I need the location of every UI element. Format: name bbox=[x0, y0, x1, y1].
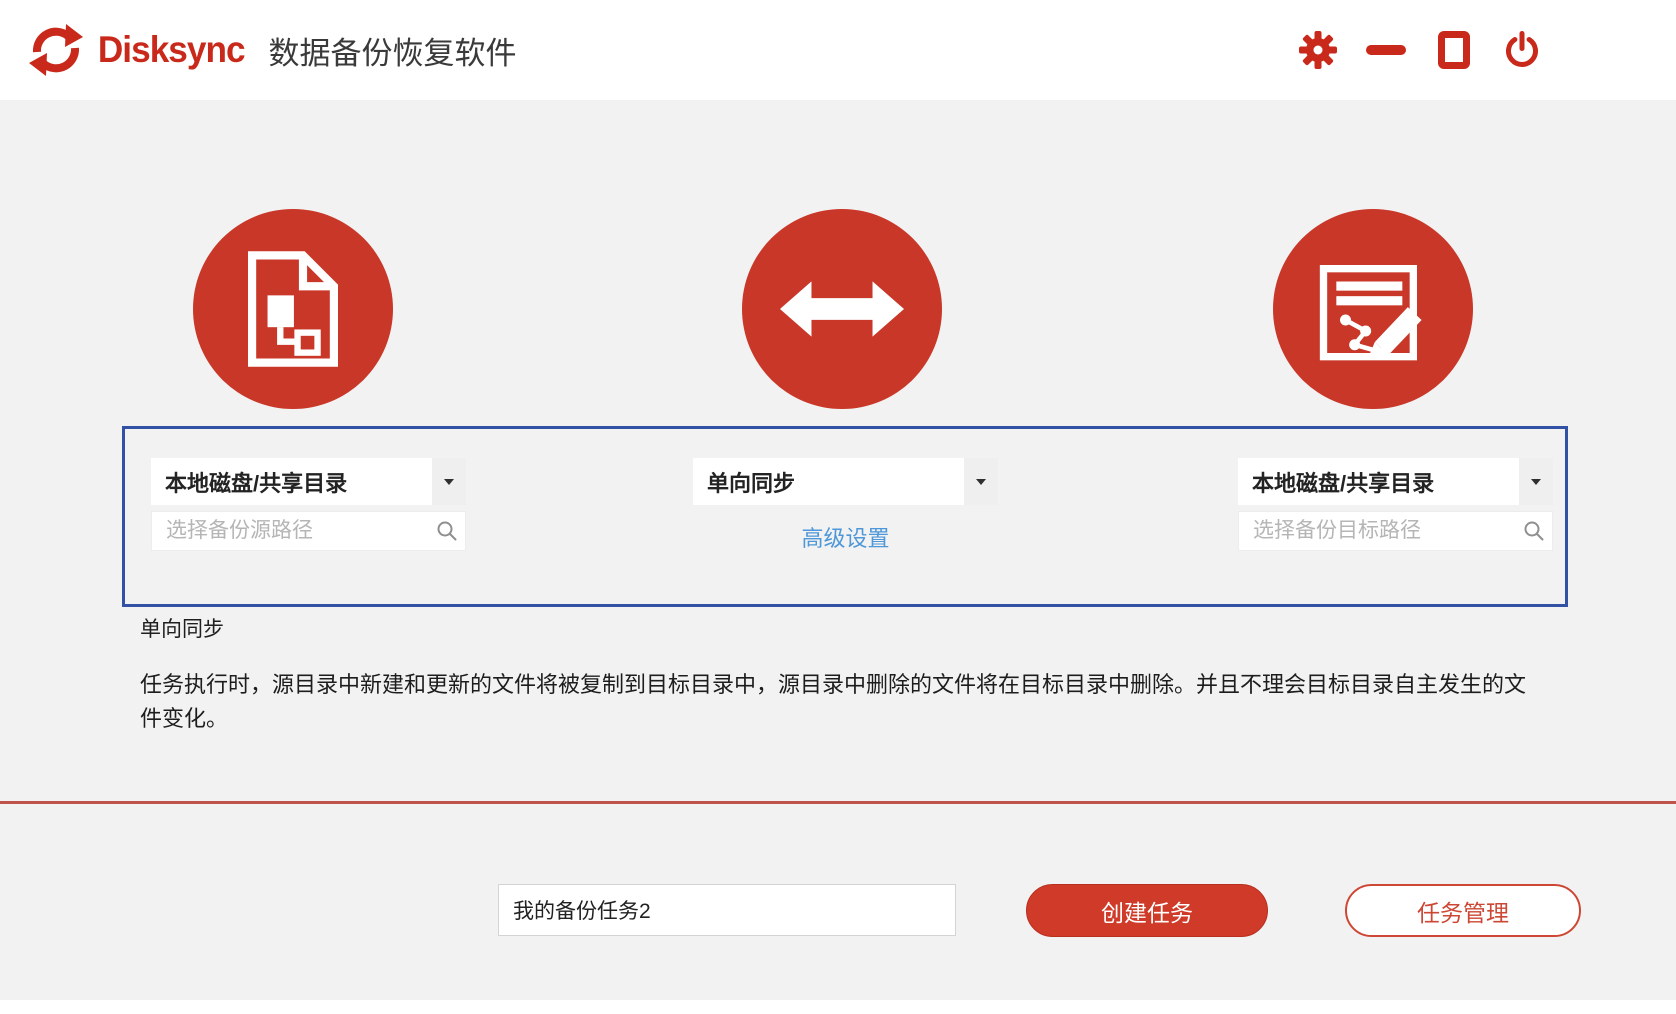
target-path-field bbox=[1238, 511, 1553, 551]
search-icon[interactable] bbox=[1523, 520, 1545, 542]
source-path-input[interactable] bbox=[151, 511, 466, 551]
sync-mode-value: 单向同步 bbox=[707, 470, 796, 496]
source-circle bbox=[193, 209, 393, 409]
square-icon bbox=[1438, 31, 1470, 69]
app-title: 数据备份恢复软件 bbox=[268, 35, 517, 71]
task-name-input[interactable] bbox=[498, 884, 956, 936]
brand-name: Disksync bbox=[97, 29, 246, 70]
source-type-value: 本地磁盘/共享目录 bbox=[165, 470, 348, 496]
chevron-down-icon[interactable] bbox=[432, 458, 466, 505]
sync-logo-icon bbox=[28, 22, 84, 78]
chevron-down-icon[interactable] bbox=[1519, 458, 1553, 505]
target-path-input[interactable] bbox=[1238, 511, 1553, 551]
bottom-strip bbox=[0, 1000, 1676, 1014]
document-tree-icon bbox=[248, 251, 338, 367]
target-circle bbox=[1273, 209, 1473, 409]
manage-tasks-button[interactable]: 任务管理 bbox=[1345, 884, 1581, 937]
double-arrow-icon bbox=[779, 281, 905, 337]
window-controls bbox=[1298, 0, 1542, 100]
sync-mode-circle bbox=[742, 209, 942, 409]
chevron-down-icon[interactable] bbox=[964, 458, 998, 505]
advanced-settings-link[interactable]: 高级设置 bbox=[693, 521, 998, 553]
target-type-value: 本地磁盘/共享目录 bbox=[1252, 470, 1435, 496]
search-icon[interactable] bbox=[436, 520, 458, 542]
source-path-field bbox=[151, 511, 466, 551]
sync-mode-dropdown[interactable]: 单向同步 bbox=[693, 458, 998, 505]
selection-panel: 本地磁盘/共享目录 单向同步 本地磁盘/共享目录 高级设置 bbox=[122, 426, 1568, 607]
settings-gear-icon[interactable] bbox=[1298, 30, 1338, 70]
create-task-button[interactable]: 创建任务 bbox=[1026, 884, 1268, 937]
header-bar: Disksync 数据备份恢复软件 bbox=[0, 0, 1676, 100]
sync-mode-label: 单向同步 bbox=[140, 618, 224, 641]
minus-icon bbox=[1366, 45, 1406, 55]
source-type-dropdown[interactable]: 本地磁盘/共享目录 bbox=[151, 458, 466, 505]
edit-report-icon bbox=[1319, 265, 1422, 361]
target-type-dropdown[interactable]: 本地磁盘/共享目录 bbox=[1238, 458, 1553, 505]
power-button[interactable] bbox=[1502, 30, 1542, 70]
maximize-button[interactable] bbox=[1434, 30, 1474, 70]
sync-mode-description: 任务执行时，源目录中新建和更新的文件将被复制到目标目录中，源目录中删除的文件将在… bbox=[140, 672, 1527, 731]
power-icon bbox=[1506, 31, 1538, 67]
minimize-button[interactable] bbox=[1366, 30, 1406, 70]
section-divider bbox=[0, 801, 1676, 804]
